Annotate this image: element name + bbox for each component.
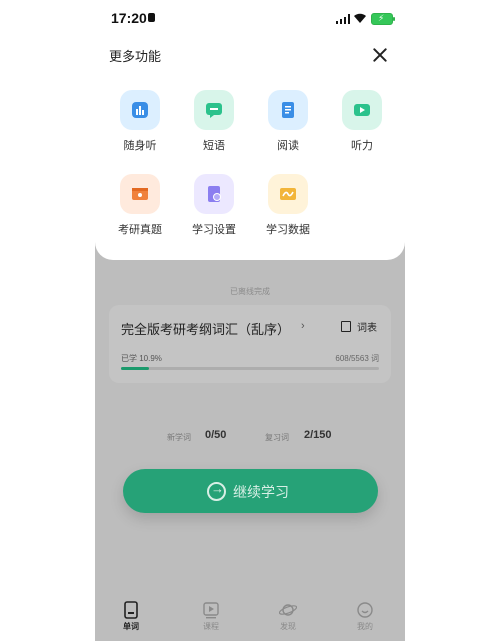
- trend-chart-icon: [268, 174, 308, 214]
- wifi-icon: [354, 13, 366, 23]
- word-study-panel: 已离线完成 完全版考研考纲词汇（乱序） › 词表 已学 10.9% 608/55…: [95, 260, 405, 641]
- exam-paper-icon: [120, 174, 160, 214]
- feature-reading[interactable]: 阅读: [257, 90, 319, 153]
- lock-icon: [148, 13, 155, 22]
- review-words-value: 2/150: [304, 429, 332, 441]
- chat-bubble-icon: [194, 90, 234, 130]
- feature-past-exams[interactable]: 考研真题: [109, 174, 171, 237]
- tab-profile[interactable]: 我的: [345, 601, 385, 632]
- tab-discover[interactable]: 发现: [268, 601, 308, 632]
- feature-study-data[interactable]: 学习数据: [257, 174, 319, 237]
- chevron-right-icon[interactable]: ›: [301, 320, 305, 332]
- tab-label: 发现: [280, 622, 296, 631]
- review-words-label: 复习词: [265, 433, 289, 442]
- feature-label: 考研真题: [118, 224, 162, 236]
- play-video-icon: [342, 90, 382, 130]
- wordlist-icon: [341, 321, 351, 332]
- tab-label: 我的: [357, 622, 373, 631]
- feature-label: 学习数据: [266, 224, 310, 236]
- studied-percent: 已学 10.9%: [121, 354, 162, 363]
- progress-fill: [121, 367, 150, 370]
- feature-walkman[interactable]: 随身听: [109, 90, 171, 153]
- tab-words[interactable]: 单词: [111, 601, 151, 632]
- word-card-icon: [122, 601, 140, 619]
- feature-phrases[interactable]: 短语: [183, 90, 245, 153]
- signal-icon: [336, 14, 350, 24]
- status-bar: 17:20 ⚡: [95, 0, 405, 36]
- wordlist-button[interactable]: 词表: [341, 319, 377, 334]
- feature-label: 阅读: [277, 140, 299, 152]
- feature-label: 听力: [351, 140, 373, 152]
- feature-label: 短语: [203, 140, 225, 152]
- feature-label: 学习设置: [192, 224, 236, 236]
- book-card[interactable]: 完全版考研考纲词汇（乱序） › 词表 已学 10.9% 608/5563 词: [109, 305, 391, 383]
- more-functions-sheet: 更多功能 随身听 短语 阅读 听力 考研真题 学习设置 学习数据: [95, 36, 405, 260]
- tab-courses[interactable]: 课程: [191, 601, 231, 632]
- planet-icon: [278, 601, 298, 619]
- new-words-label: 新学词: [167, 433, 191, 442]
- new-words-value: 0/50: [205, 429, 227, 441]
- arrow-right-icon: [207, 481, 226, 501]
- close-icon[interactable]: [371, 46, 389, 64]
- continue-learning-button[interactable]: 继续学习: [123, 469, 378, 513]
- sheet-title: 更多功能: [109, 49, 162, 64]
- word-count: 608/5563 词: [335, 354, 379, 363]
- bar-chart-icon: [120, 90, 160, 130]
- smiley-icon: [356, 601, 374, 619]
- document-icon: [268, 90, 308, 130]
- book-title[interactable]: 完全版考研考纲词汇（乱序）: [121, 319, 290, 338]
- battery-icon: ⚡: [371, 13, 395, 25]
- offline-done-text: 已离线完成: [230, 287, 270, 296]
- course-play-icon: [202, 601, 220, 619]
- tab-label: 单词: [123, 622, 139, 631]
- feature-label: 随身听: [123, 140, 157, 152]
- tab-label: 课程: [203, 622, 219, 631]
- feature-study-settings[interactable]: 学习设置: [183, 174, 245, 237]
- feature-listening[interactable]: 听力: [331, 90, 393, 153]
- progress-bar: [121, 367, 379, 370]
- status-time: 17:20: [111, 10, 147, 26]
- settings-icon: [194, 174, 234, 214]
- continue-label: 继续学习: [233, 484, 289, 500]
- phone-screen: 17:20 ⚡ 更多功能 随身听 短语 阅读 听力 考研真题 学习设置 学习数据…: [95, 0, 405, 641]
- wordlist-label: 词表: [357, 323, 377, 334]
